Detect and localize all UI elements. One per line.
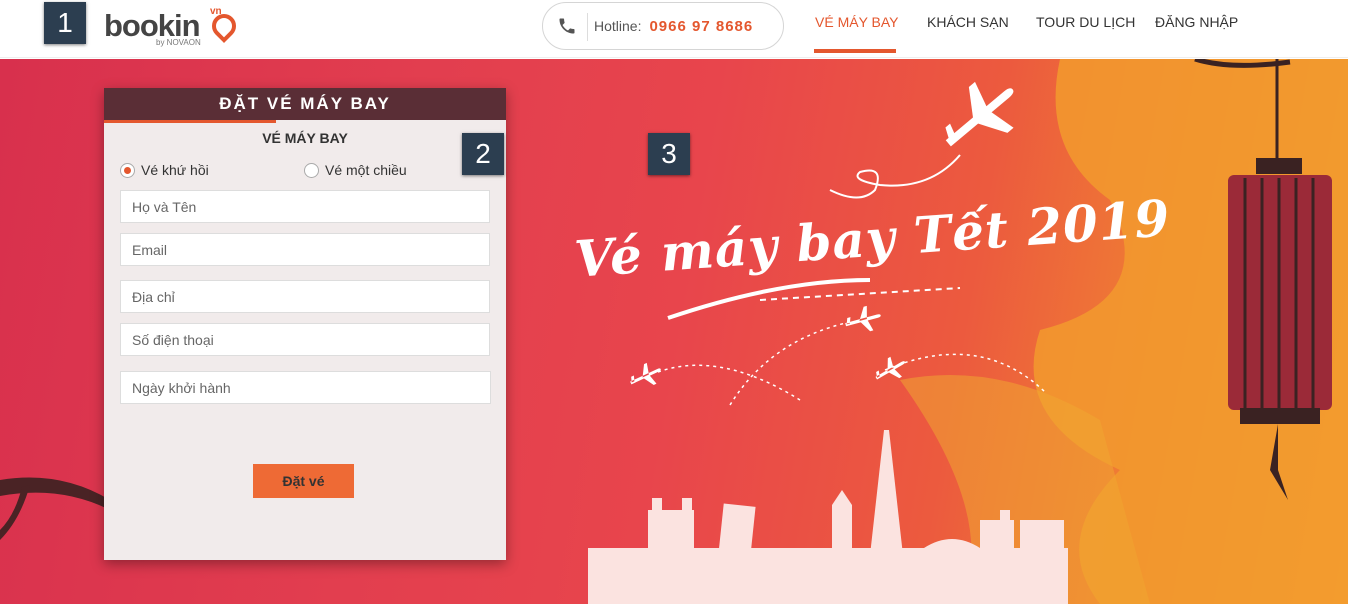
radio-one-way-label: Vé một chiều <box>325 162 407 178</box>
site-header: bookin vn by NOVAON Hotline: 0966 97 868… <box>0 0 1348 58</box>
annotation-badge-3: 3 <box>648 133 690 175</box>
radio-round-trip-indicator[interactable] <box>120 162 135 178</box>
nav-tour-du-lich[interactable]: TOUR DU LỊCH <box>1036 14 1135 30</box>
annotation-badge-1: 1 <box>44 2 86 44</box>
hotline-number[interactable]: 0966 97 8686 <box>649 18 753 35</box>
departure-date-field[interactable] <box>120 371 491 404</box>
phone-icon <box>556 15 578 37</box>
radio-round-trip-label: Vé khứ hồi <box>141 162 209 178</box>
active-nav-indicator <box>814 49 896 53</box>
hotline-label: Hotline: <box>594 18 642 34</box>
form-header: ĐẶT VÉ MÁY BAY <box>104 88 506 123</box>
booking-form: ĐẶT VÉ MÁY BAY VÉ MÁY BAY Vé khứ hồi Vé … <box>104 88 506 560</box>
nav-ve-may-bay[interactable]: VÉ MÁY BAY <box>815 14 899 30</box>
radio-one-way-indicator[interactable] <box>304 162 319 178</box>
hotline-divider <box>587 13 588 41</box>
radio-round-trip[interactable]: Vé khứ hồi <box>120 162 209 178</box>
phone-field[interactable] <box>120 323 490 356</box>
name-field[interactable] <box>120 190 490 223</box>
email-field[interactable] <box>120 233 490 266</box>
form-subtitle: VÉ MÁY BAY <box>262 130 348 146</box>
bookin-logo[interactable]: bookin vn by NOVAON <box>104 6 244 47</box>
book-ticket-button[interactable]: Đặt vé <box>253 464 354 498</box>
annotation-badge-2: 2 <box>462 133 504 175</box>
hotline-box[interactable]: Hotline: 0966 97 8686 <box>542 2 784 50</box>
nav-khach-san[interactable]: KHÁCH SẠN <box>927 14 1009 30</box>
logo-tagline: by NOVAON <box>156 38 201 47</box>
nav-dang-nhap[interactable]: ĐĂNG NHẬP <box>1155 14 1238 30</box>
radio-one-way[interactable]: Vé một chiều <box>304 162 407 178</box>
address-field[interactable] <box>120 280 490 313</box>
